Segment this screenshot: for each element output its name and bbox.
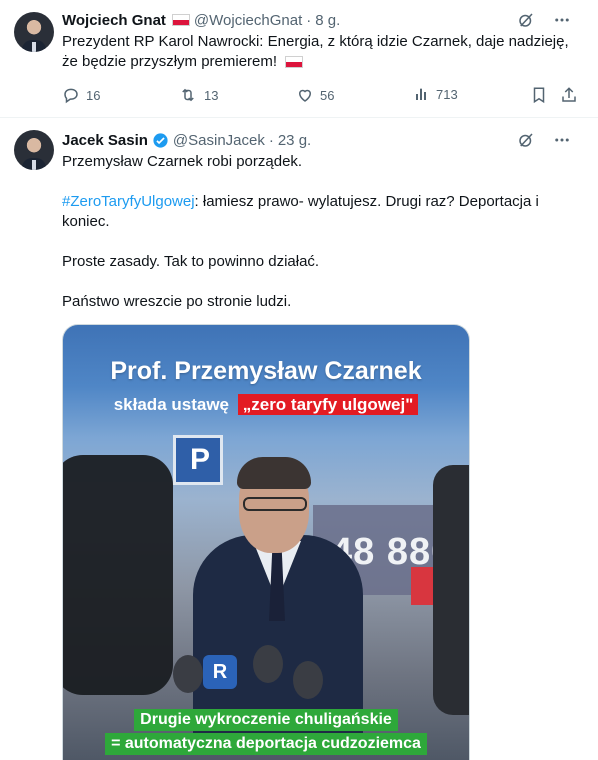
media-banner: = automatyczna deportacja cudzoziemca: [63, 733, 469, 755]
microphone: [293, 661, 323, 699]
share-icon: [562, 87, 576, 102]
header-actions: [516, 130, 572, 150]
tweet-text-line: że będzie przyszłym premierem!: [62, 52, 580, 72]
media-banner-text: = automatyczna deportacja cudzoziemca: [105, 733, 427, 755]
more-icon[interactable]: [552, 130, 572, 150]
bookmark-icon: [533, 87, 545, 104]
hashtag-link[interactable]: #ZeroTaryfyUlgowej: [62, 193, 195, 210]
reply-button[interactable]: 16: [62, 86, 100, 104]
microphone: [253, 645, 283, 683]
tweet-text: Prezydent RP Karol Nawrocki: Energia, z …: [62, 32, 580, 72]
media-subtitle-highlight: „zero taryfy ulgowej": [237, 394, 419, 415]
retweet-button[interactable]: 13: [178, 86, 218, 104]
camera-silhouette: [433, 465, 469, 715]
views-icon: [416, 88, 426, 100]
share-button[interactable]: [560, 86, 578, 104]
tweet[interactable]: Wojciech Gnat @WojciechGnat · 8 g. Prezy…: [0, 0, 598, 118]
reply-count: 16: [86, 87, 101, 103]
separator-dot: ·: [306, 11, 312, 29]
timestamp[interactable]: 8 g.: [315, 12, 340, 29]
tweet-text-line: Przemysław Czarnek robi porządek.: [62, 153, 303, 170]
media-banner-text: Drugie wykroczenie chuligańskie: [134, 709, 398, 731]
views-count: 713: [436, 86, 458, 102]
microphone-logo: R: [203, 655, 237, 689]
tweet-header: Wojciech Gnat @WojciechGnat · 8 g.: [62, 10, 586, 30]
tweet-text: Przemysław Czarnek robi porządek. #ZeroT…: [62, 152, 580, 312]
like-button[interactable]: 56: [296, 86, 334, 104]
retweet-count: 13: [204, 87, 219, 103]
heart-icon: [298, 89, 312, 102]
verified-badge-icon: [153, 132, 168, 148]
parking-sign: [173, 435, 223, 485]
tweet-text-line: Proste zasady. Tak to powinno działać.: [62, 253, 320, 270]
timestamp[interactable]: 23 g.: [278, 132, 311, 149]
more-icon[interactable]: [552, 10, 572, 30]
author-handle[interactable]: @WojciechGnat: [194, 12, 302, 29]
like-count: 56: [320, 87, 335, 103]
reply-icon: [64, 88, 78, 104]
media-title: Prof. Przemysław Czarnek: [110, 357, 422, 385]
tweet-text-fragment: że będzie przyszłym premierem!: [62, 53, 278, 70]
tweet-text-line: Prezydent RP Karol Nawrocki: Energia, z …: [62, 33, 569, 50]
grok-icon[interactable]: [516, 10, 536, 30]
avatar[interactable]: [14, 130, 54, 170]
media-subtitle: składa ustawę „zero taryfy ulgowej": [63, 394, 469, 415]
separator-dot: ·: [268, 131, 274, 149]
views-button[interactable]: 713: [414, 86, 458, 102]
tweet[interactable]: Jacek Sasin @SasinJacek · 23 g. Przemysł…: [0, 118, 598, 760]
header-actions: [516, 10, 572, 30]
author-name[interactable]: Jacek Sasin: [62, 132, 148, 149]
bookmark-button[interactable]: [530, 86, 548, 104]
tweet-text-fragment: : łamiesz prawo- wylatujesz. Drugi raz? …: [194, 193, 539, 210]
tweet-text-line: Państwo wreszcie po stronie ludzi.: [62, 293, 292, 310]
person-hair: [237, 457, 311, 489]
tweet-text-line: koniec.: [62, 213, 110, 230]
microphone: [173, 655, 203, 693]
avatar[interactable]: [14, 12, 54, 52]
tweet-header: Jacek Sasin @SasinJacek · 23 g.: [62, 130, 586, 150]
grok-icon[interactable]: [516, 130, 536, 150]
tweet-media-image[interactable]: 48 880 R Prof. Przemysław Czarnek składa…: [62, 324, 470, 760]
retweet-icon: [182, 88, 194, 102]
poland-flag-icon: [171, 14, 190, 26]
tweet-text-line: #ZeroTaryfyUlgowej: łamiesz prawo- wylat…: [62, 192, 580, 212]
poland-flag-icon: [285, 56, 304, 69]
author-handle[interactable]: @SasinJacek: [173, 132, 265, 149]
tweet-actions: 16 13 56 713: [62, 86, 586, 106]
media-subtitle-prefix: składa ustawę: [113, 395, 229, 414]
media-banner: Drugie wykroczenie chuligańskie: [63, 709, 469, 731]
person-glasses: [243, 497, 307, 511]
author-name[interactable]: Wojciech Gnat: [62, 12, 166, 29]
camera-silhouette: [63, 455, 173, 695]
